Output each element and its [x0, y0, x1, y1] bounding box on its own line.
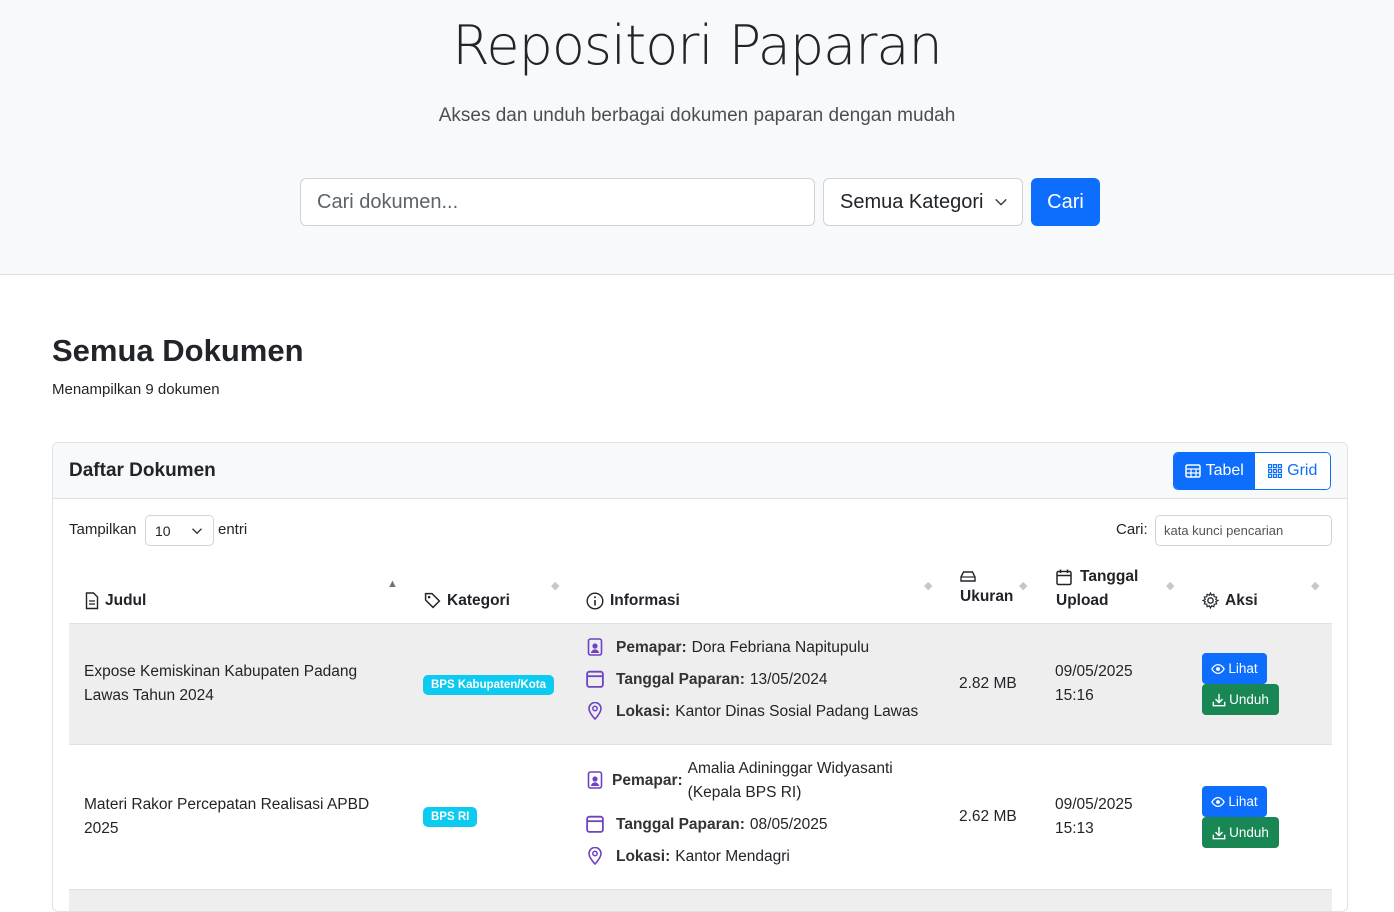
grid-icon: [1268, 464, 1283, 478]
location-line: Lokasi: Kantor Dinas Sosial Padang Lawas: [586, 700, 918, 724]
search-input[interactable]: [300, 178, 815, 226]
chevron-down-icon: [192, 528, 202, 535]
gear-icon: [1202, 592, 1219, 609]
eye-icon: [1211, 663, 1226, 674]
upload-datetime: 09/05/2025 15:13: [1055, 796, 1133, 837]
card-header: Daftar Dokumen Tabel Grid: [53, 443, 1347, 499]
location-line: Lokasi: Kantor Mendagri: [586, 845, 790, 869]
chevron-down-icon: [995, 198, 1007, 206]
entries-label: entri: [218, 521, 248, 538]
column-size[interactable]: Ukuran: [960, 565, 1013, 609]
entries-per-page-value: 10: [155, 523, 171, 539]
documents-card: Daftar Dokumen Tabel Grid Tampilkan 10 e…: [52, 442, 1348, 912]
category-badge: BPS Kabupaten/Kota: [423, 675, 555, 695]
document-title: Expose Kemiskinan Kabupaten Padang Lawas…: [84, 663, 358, 704]
table-header: Judul ▲ Kategori ◆ Informasi ◆ Ukuran ◆: [69, 551, 1332, 624]
view-button[interactable]: Lihat: [1202, 786, 1267, 817]
file-size: 2.62 MB: [959, 808, 1017, 825]
calendar-icon: [586, 815, 604, 833]
date-line: Tanggal Paparan: 08/05/2025: [586, 813, 827, 837]
upload-datetime: 09/05/2025 15:16: [1055, 663, 1133, 704]
presenter-line: Pemapar: Amalia Adininggar Widyasanti (K…: [586, 757, 893, 805]
document-count: Menampilkan 9 dokumen: [52, 381, 220, 398]
file-icon: [85, 592, 99, 610]
calendar-icon: [586, 670, 604, 688]
category-select[interactable]: Semua Kategori: [823, 178, 1023, 226]
grid-view-label: Grid: [1287, 462, 1318, 479]
table-icon: [1184, 464, 1201, 478]
eye-icon: [1211, 796, 1226, 807]
table-search-label: Cari:: [1116, 521, 1148, 538]
sort-icon[interactable]: ◆: [551, 581, 559, 592]
calendar-icon: [1056, 569, 1072, 585]
category-select-value: Semua Kategori: [840, 190, 984, 213]
tag-icon: [424, 592, 441, 609]
table-view-label: Tabel: [1205, 462, 1244, 479]
sort-icon[interactable]: ◆: [1166, 581, 1174, 592]
column-title[interactable]: Judul: [85, 589, 146, 613]
table-row: Expose Kemiskinan Kabupaten Padang Lawas…: [69, 624, 1332, 745]
presenter-line: Pemapar: Dora Febriana Napitupulu: [586, 636, 869, 660]
download-button[interactable]: Unduh: [1202, 817, 1279, 848]
presenter-name: Amalia Adininggar Widyasanti (Kepala BPS…: [687, 760, 893, 801]
view-toggle: Tabel Grid: [1173, 452, 1331, 490]
table-row: Materi Rakor Percepatan Realisasi APBD 2…: [69, 745, 1332, 890]
view-button[interactable]: Lihat: [1202, 653, 1267, 684]
page-subtitle: Akses dan unduh berbagai dokumen paparan…: [438, 105, 956, 126]
column-info[interactable]: Informasi: [586, 589, 680, 613]
date-line: Tanggal Paparan: 13/05/2024: [586, 668, 827, 692]
file-size: 2.82 MB: [959, 675, 1017, 692]
document-title: Materi Rakor Percepatan Realisasi APBD 2…: [84, 796, 370, 837]
person-badge-icon: [587, 771, 603, 789]
table-search-input[interactable]: [1155, 515, 1332, 546]
show-entries-label: Tampilkan: [69, 521, 137, 538]
table-row: [69, 890, 1332, 911]
download-icon: [1212, 826, 1226, 839]
person-badge-icon: [587, 638, 603, 656]
page-title: Repositori Paparan: [452, 14, 942, 77]
search-button[interactable]: Cari: [1031, 178, 1100, 226]
column-category[interactable]: Kategori: [424, 589, 510, 613]
map-pin-icon: [588, 847, 602, 865]
entries-per-page-select[interactable]: 10: [145, 515, 214, 546]
hero-section: Repositori Paparan Akses dan unduh berba…: [0, 0, 1394, 275]
map-pin-icon: [588, 702, 602, 720]
info-icon: [586, 592, 604, 610]
grid-view-button[interactable]: Grid: [1254, 453, 1330, 489]
column-actions[interactable]: Aksi: [1202, 589, 1258, 613]
download-button[interactable]: Unduh: [1202, 684, 1279, 715]
sort-icon[interactable]: ◆: [1311, 581, 1319, 592]
sort-icon[interactable]: ◆: [924, 581, 932, 592]
hard-drive-icon: [960, 571, 976, 582]
download-icon: [1212, 693, 1226, 706]
category-badge: BPS RI: [423, 807, 478, 827]
card-title: Daftar Dokumen: [69, 460, 216, 481]
column-uploaded[interactable]: Tanggal Upload: [1056, 565, 1138, 613]
sort-asc-icon[interactable]: ▲: [387, 579, 398, 590]
table-view-button[interactable]: Tabel: [1174, 453, 1255, 489]
sort-icon[interactable]: ◆: [1019, 581, 1027, 592]
section-title: Semua Dokumen: [52, 333, 304, 368]
